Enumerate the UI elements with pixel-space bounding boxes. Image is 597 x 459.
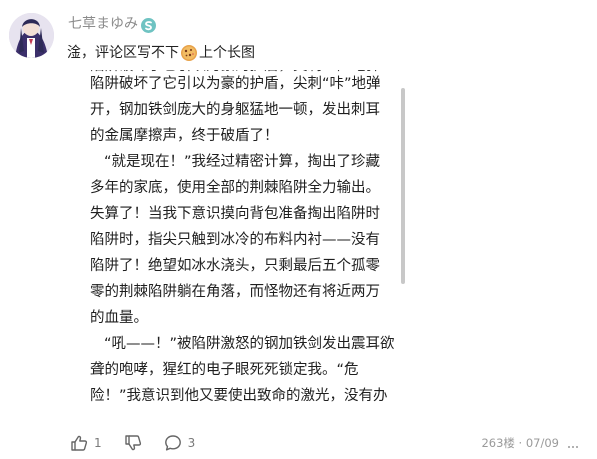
level-badge-icon: [141, 18, 156, 33]
image-text-line: 陷阱破坏了它引以为豪的护盾，尖刺“咔”地弹: [90, 70, 381, 79]
image-text-line: 失算了！当我下意识摸向背包准备掏出陷阱时: [90, 206, 380, 222]
image-text-line: 的血量。: [90, 310, 148, 326]
avatar-image: [9, 13, 54, 58]
like-count: 1: [94, 436, 102, 450]
image-scrollbar[interactable]: [401, 88, 405, 284]
cookie-emoji-icon: [180, 44, 198, 62]
image-text-line: 零的荆棘陷阱躺在角落，而怪物还有将近两万: [90, 284, 380, 300]
comment-prefix: 淦，评论区写不下: [67, 45, 179, 61]
image-text-line: 陷阱时，指尖只触到冰冷的布料内衬——没有: [90, 232, 380, 248]
comment-suffix: 上个长图: [199, 45, 255, 61]
comment-count: 3: [187, 436, 196, 450]
thumbs-down-icon: [124, 435, 141, 451]
comment-bubble-icon: [164, 435, 181, 451]
more-options-icon[interactable]: [567, 438, 579, 450]
image-text-line: 的金属摩擦声，终于破盾了！: [90, 128, 279, 144]
image-text-line: “就是现在！”我经过精密计算，掏出了珍藏: [104, 154, 381, 170]
username[interactable]: 七草まゆみ: [68, 14, 138, 34]
like-button[interactable]: 1: [70, 434, 102, 452]
image-text-line: 聋的咆哮，猩红的电子眼死死锁定我。“危: [90, 362, 359, 378]
avatar[interactable]: [9, 13, 54, 58]
reply-button[interactable]: 3: [164, 434, 196, 452]
image-text-line: 陷阱了！绝望如冰水浇头，只剩最后五个孤零: [90, 258, 380, 274]
comment-text: 淦，评论区写不下 上个长图: [67, 42, 255, 64]
action-bar: 1 3: [70, 432, 217, 454]
image-text-line: 开，钢加铁剑庞大的身躯猛地一顿，发出刺耳: [90, 102, 380, 118]
long-image[interactable]: 陷阱破坏了它引以为豪的护盾，尖刺“咔”地弹 陷阱破坏了它引以为豪的护盾，尖刺“咔…: [67, 70, 407, 426]
thumbs-up-icon: [71, 435, 88, 451]
image-text-line: 险！”我意识到他又要使出致命的激光，没有办: [90, 388, 388, 404]
floor-date: 263楼 · 07/09: [481, 436, 559, 450]
image-text-block: 陷阱破坏了它引以为豪的护盾，尖刺“咔”地弹 陷阱破坏了它引以为豪的护盾，尖刺“咔…: [90, 70, 395, 409]
image-text-line: 多年的家底，使用全部的荆棘陷阱全力输出。: [90, 180, 380, 196]
image-text-line: “吼——！”被陷阱激怒的钢加铁剑发出震耳欲: [104, 336, 395, 352]
dislike-button[interactable]: [124, 434, 142, 452]
